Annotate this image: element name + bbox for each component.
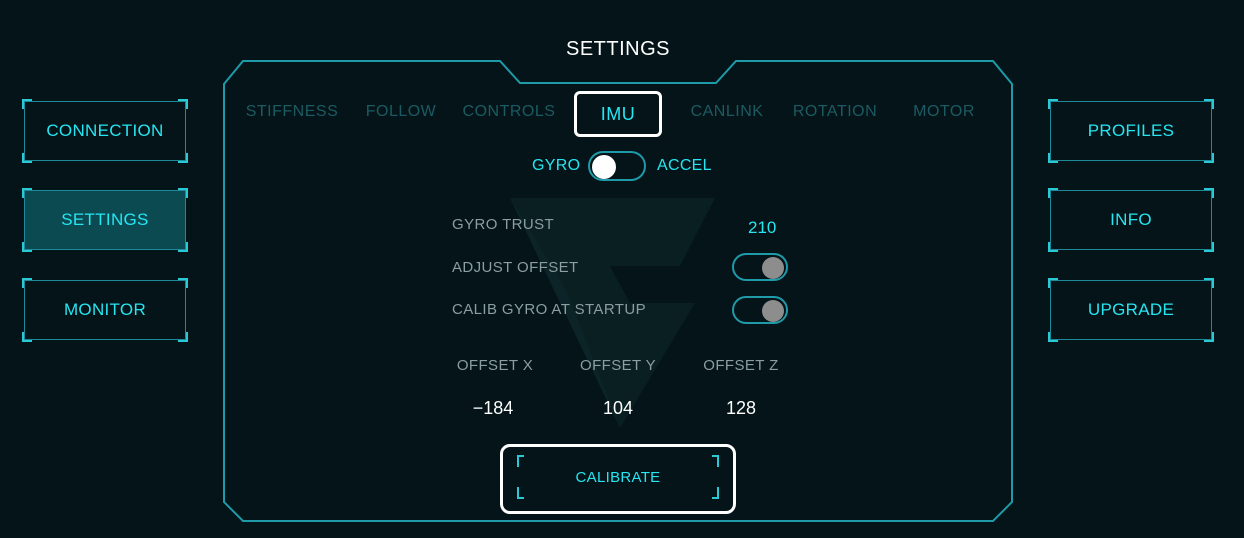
nav-upgrade-button[interactable]: UPGRADE (1048, 278, 1214, 342)
offset-z-value: 128 (725, 398, 757, 418)
nav-settings-label: SETTINGS (61, 210, 149, 229)
calibrate-button[interactable]: CALIBRATE (517, 455, 719, 499)
offset-z-label: OFFSET Z (703, 357, 779, 374)
offset-y-value: 104 (602, 398, 634, 418)
offset-y-label: OFFSET Y (580, 357, 656, 374)
offset-x-value: −184 (472, 398, 514, 418)
nav-monitor-button[interactable]: MONITOR (22, 278, 188, 342)
toggle-knob (762, 300, 784, 322)
nav-info-button[interactable]: INFO (1048, 188, 1214, 252)
tab-stiffness[interactable]: STIFFNESS (244, 100, 340, 124)
tab-motor[interactable]: MOTOR (906, 100, 982, 124)
adjust-offset-toggle[interactable] (732, 253, 788, 281)
calib-startup-toggle[interactable] (732, 296, 788, 324)
tab-canlink[interactable]: CANLINK (686, 100, 768, 124)
offset-x-label: OFFSET X (456, 357, 534, 374)
nav-connection-button[interactable]: CONNECTION (22, 99, 188, 163)
gyro-trust-value[interactable]: 210 (748, 218, 776, 238)
adjust-offset-label: ADJUST OFFSET (452, 259, 579, 276)
gyro-trust-label: GYRO TRUST (452, 216, 555, 233)
calibrate-label: CALIBRATE (575, 468, 661, 486)
nav-profiles-button[interactable]: PROFILES (1048, 99, 1214, 163)
toggle-knob (762, 257, 784, 279)
tab-imu[interactable]: IMU (574, 91, 662, 137)
tab-follow[interactable]: FOLLOW (362, 100, 440, 124)
nav-info-label: INFO (1110, 210, 1152, 229)
nav-profiles-label: PROFILES (1087, 121, 1175, 140)
nav-upgrade-label: UPGRADE (1087, 300, 1175, 319)
mode-accel-label: ACCEL (657, 157, 712, 174)
mode-gyro-label: GYRO (532, 157, 581, 174)
tab-controls[interactable]: CONTROLS (458, 100, 560, 124)
gyro-accel-switch[interactable] (588, 151, 646, 181)
nav-settings-button[interactable]: SETTINGS (22, 188, 188, 252)
calib-startup-label: CALIB GYRO AT STARTUP (452, 301, 647, 318)
tab-rotation[interactable]: ROTATION (786, 100, 884, 124)
nav-monitor-label: MONITOR (63, 300, 147, 319)
nav-connection-label: CONNECTION (46, 121, 164, 140)
settings-screen: SETTINGS CONNECTION SETTINGS MONITOR PRO… (0, 0, 1244, 538)
switch-knob (592, 155, 616, 179)
